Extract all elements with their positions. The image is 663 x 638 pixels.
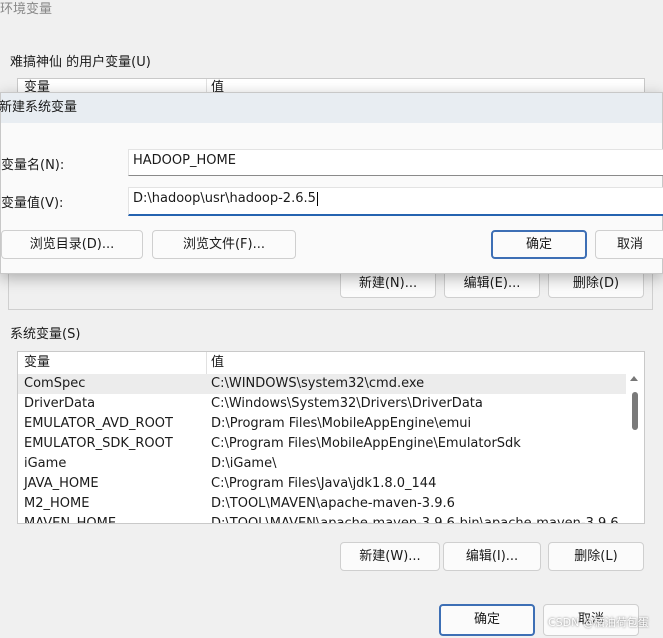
table-row[interactable]: DriverData C:\Windows\System32\Drivers\D… [18, 394, 626, 414]
row-name: EMULATOR_AVD_ROOT [24, 416, 173, 431]
row-value: C:\Program Files\Java\jdk1.8.0_144 [211, 476, 437, 491]
dialog-title: 新建系统变量 [0, 100, 78, 115]
row-name: EMULATOR_SDK_ROOT [24, 436, 173, 451]
system-vars-header: 变量 值 [18, 352, 644, 375]
dialog-ok-button[interactable]: 确定 [491, 230, 587, 259]
row-value: D:\iGame\ [211, 456, 277, 471]
row-value: D:\Program Files\MobileAppEngine\emui [211, 416, 472, 431]
table-row[interactable]: JAVA_HOME C:\Program Files\Java\jdk1.8.0… [18, 474, 626, 494]
row-value: C:\WINDOWS\system32\cmd.exe [211, 376, 425, 391]
variable-name-value: HADOOP_HOME [133, 153, 236, 168]
table-row[interactable]: iGame D:\iGame\ [18, 454, 626, 474]
row-name: JAVA_HOME [24, 476, 99, 491]
table-row[interactable]: ComSpec C:\WINDOWS\system32\cmd.exe [18, 374, 626, 394]
table-row[interactable]: M2_HOME D:\TOOL\MAVEN\apache-maven-3.9.6 [18, 494, 626, 514]
scroll-up-icon[interactable] [630, 376, 638, 381]
variable-value-input[interactable]: D:\hadoop\usr\hadoop-2.6.5 [128, 187, 663, 216]
row-value: C:\Program Files\MobileAppEngine\Emulato… [211, 436, 521, 451]
scrollbar-thumb[interactable] [632, 392, 638, 430]
system-vars-group-label: 系统变量(S) [10, 327, 81, 342]
system-edit-button[interactable]: 编辑(I)... [443, 542, 541, 571]
user-delete-button[interactable]: 删除(D) [548, 270, 644, 298]
user-vars-group-label: 难搞神仙 的用户变量(U) [10, 55, 151, 70]
variable-name-input[interactable]: HADOOP_HOME [128, 149, 663, 176]
browse-directory-button[interactable]: 浏览目录(D)... [1, 230, 143, 259]
system-vars-col-value[interactable]: 值 [206, 352, 224, 374]
row-name: MAVEN_HOME [24, 516, 117, 524]
variable-value-value: D:\hadoop\usr\hadoop-2.6.5 [133, 191, 316, 206]
system-vars-table[interactable]: 变量 值 ComSpec C:\WINDOWS\system32\cmd.exe… [17, 351, 645, 524]
system-delete-button[interactable]: 删除(L) [548, 542, 644, 571]
table-row[interactable]: MAVEN_HOME D:\TOOL\MAVEN\apache-maven-3.… [18, 514, 626, 524]
table-row[interactable]: EMULATOR_SDK_ROOT C:\Program Files\Mobil… [18, 434, 626, 454]
system-vars-scrollbar[interactable] [626, 374, 644, 523]
system-new-button[interactable]: 新建(W)... [340, 542, 440, 571]
dialog-cancel-button[interactable]: 取消 [595, 230, 663, 259]
footer-ok-button[interactable]: 确定 [439, 604, 535, 636]
system-vars-col-name[interactable]: 变量 [24, 352, 50, 374]
watermark: CSDN @橘油荷包蛋 [548, 616, 649, 629]
row-value: D:\TOOL\MAVEN\apache-maven-3.9.6 [211, 496, 455, 511]
text-caret [316, 191, 318, 206]
variable-name-label: 变量名(N): [1, 158, 65, 173]
row-name: M2_HOME [24, 496, 90, 511]
row-value: D:\TOOL\MAVEN\apache-maven-3.9.6-bin\apa… [211, 516, 619, 524]
user-edit-button[interactable]: 编辑(E)... [444, 270, 540, 298]
table-row[interactable]: EMULATOR_AVD_ROOT D:\Program Files\Mobil… [18, 414, 626, 434]
user-new-button[interactable]: 新建(N)... [340, 270, 436, 298]
window-title: 环境变量 [0, 2, 53, 17]
row-name: DriverData [24, 396, 96, 411]
row-name: iGame [24, 456, 67, 471]
dialog-title-bar[interactable]: 新建系统变量 [0, 93, 662, 123]
row-value: C:\Windows\System32\Drivers\DriverData [211, 396, 483, 411]
variable-value-label: 变量值(V): [1, 196, 64, 211]
browse-file-button[interactable]: 浏览文件(F)... [152, 230, 296, 259]
row-name: ComSpec [24, 376, 86, 391]
new-system-variable-dialog: 新建系统变量 变量名(N): HADOOP_HOME 变量值(V): D:\ha… [0, 92, 663, 274]
